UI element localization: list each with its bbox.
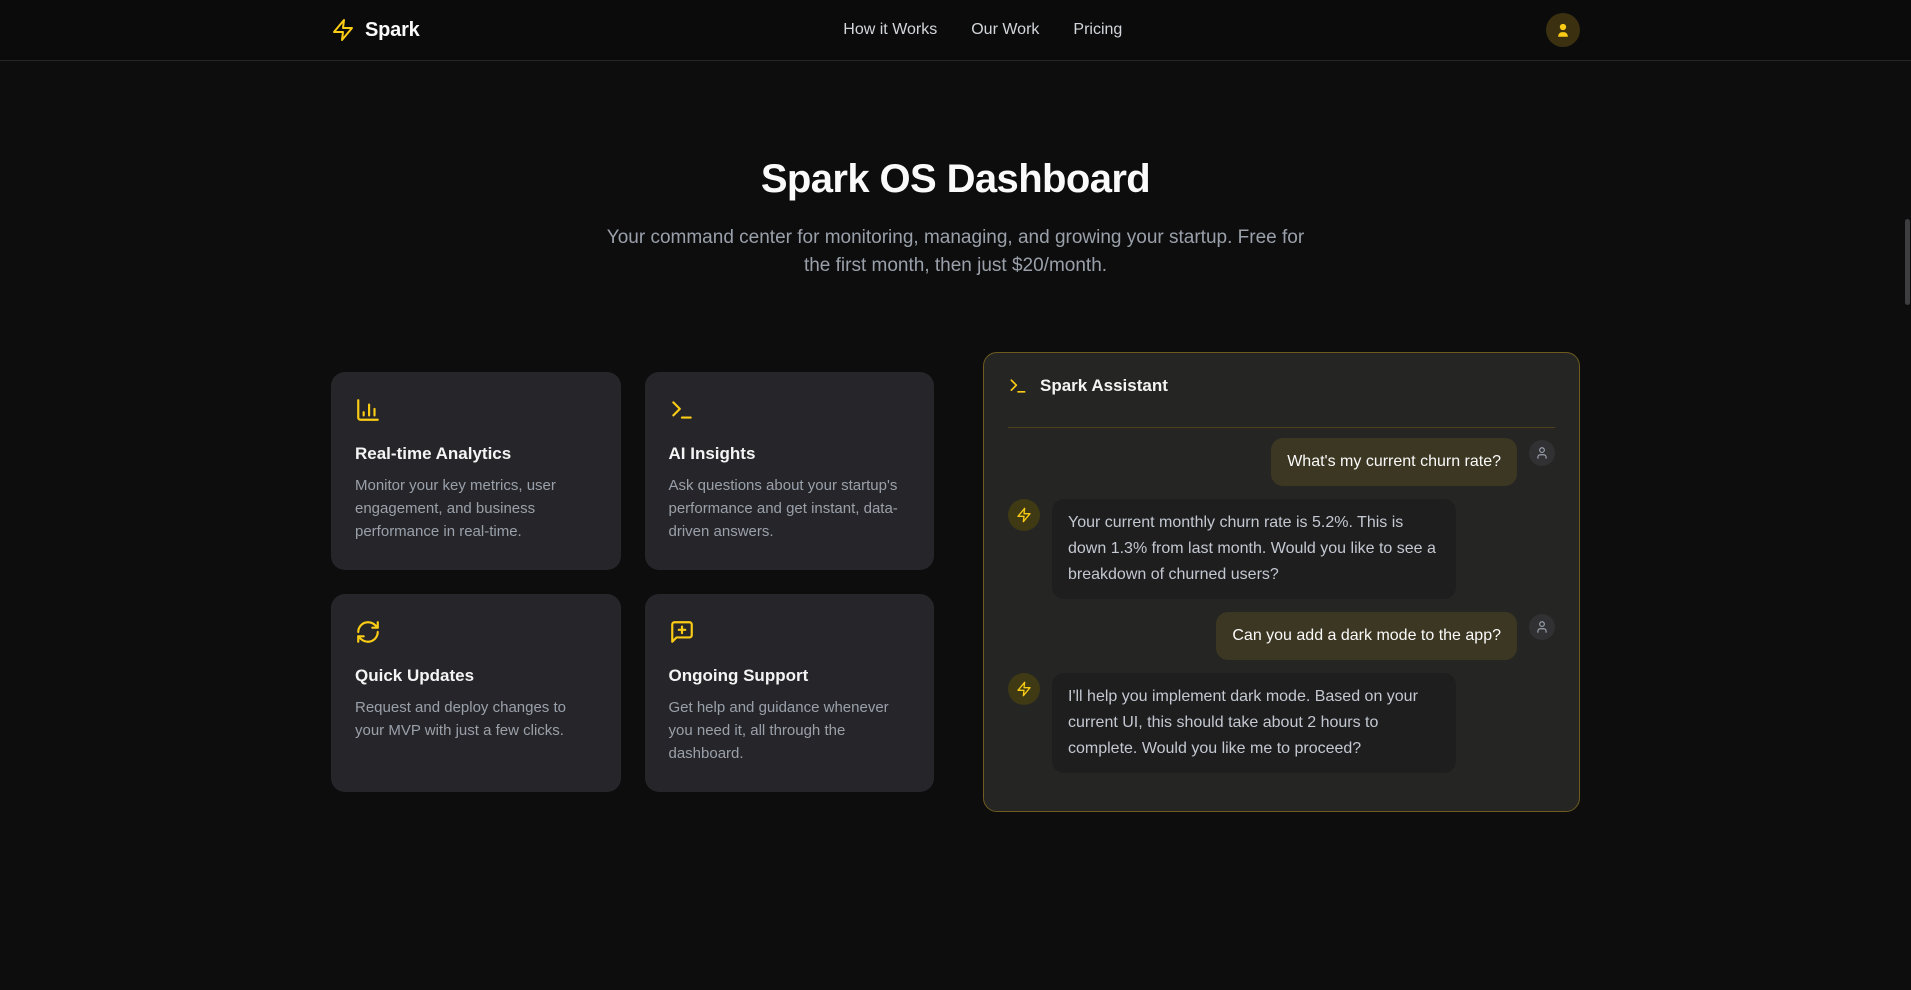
message-square-plus-icon — [669, 619, 911, 645]
nav-links: How it Works Our Work Pricing — [843, 21, 1122, 39]
feature-description: Ask questions about your startup's perfo… — [669, 474, 911, 543]
assistant-avatar — [1008, 499, 1040, 531]
feature-card-realtime-analytics: Real-time Analytics Monitor your key met… — [331, 372, 621, 570]
user-avatar — [1529, 614, 1555, 640]
page-subtitle: Your command center for monitoring, mana… — [600, 224, 1312, 280]
feature-title: AI Insights — [669, 444, 911, 464]
content-row: Real-time Analytics Monitor your key met… — [331, 352, 1580, 812]
terminal-icon — [1008, 376, 1028, 396]
assistant-avatar — [1008, 673, 1040, 705]
chat-messages: What's my current churn rate? Your curre… — [1008, 438, 1555, 773]
chat-message-user: What's my current churn rate? — [1008, 438, 1555, 486]
brand[interactable]: Spark — [331, 18, 420, 42]
terminal-icon — [669, 397, 911, 423]
panel-divider — [1008, 427, 1555, 428]
page-title: Spark OS Dashboard — [331, 157, 1580, 202]
bar-chart-icon — [355, 397, 597, 423]
chat-message-assistant: Your current monthly churn rate is 5.2%.… — [1008, 499, 1555, 599]
assistant-panel-title: Spark Assistant — [1040, 376, 1168, 396]
zap-icon — [1016, 507, 1032, 523]
nav-link-our-work[interactable]: Our Work — [971, 21, 1039, 39]
user-icon — [1554, 21, 1572, 39]
feature-title: Ongoing Support — [669, 666, 911, 686]
spark-logo-zap-icon — [331, 18, 355, 42]
features-grid: Real-time Analytics Monitor your key met… — [331, 372, 934, 792]
chat-message-user: Can you add a dark mode to the app? — [1008, 612, 1555, 660]
spark-assistant-panel: Spark Assistant What's my current churn … — [983, 352, 1580, 812]
feature-description: Monitor your key metrics, user engagemen… — [355, 474, 597, 543]
feature-card-ongoing-support: Ongoing Support Get help and guidance wh… — [645, 594, 935, 792]
navbar: Spark How it Works Our Work Pricing — [0, 0, 1911, 61]
assistant-panel-header: Spark Assistant — [1008, 376, 1555, 396]
user-icon — [1535, 620, 1549, 634]
scrollbar-thumb[interactable] — [1905, 219, 1910, 305]
feature-title: Real-time Analytics — [355, 444, 597, 464]
navbar-inner: Spark How it Works Our Work Pricing — [331, 0, 1580, 60]
user-avatar — [1529, 440, 1555, 466]
assistant-message-bubble: Your current monthly churn rate is 5.2%.… — [1052, 499, 1456, 599]
zap-icon — [1016, 681, 1032, 697]
nav-link-how-it-works[interactable]: How it Works — [843, 21, 937, 39]
feature-card-ai-insights: AI Insights Ask questions about your sta… — [645, 372, 935, 570]
assistant-message-bubble: I'll help you implement dark mode. Based… — [1052, 673, 1456, 773]
brand-name: Spark — [365, 19, 420, 42]
chat-message-assistant: I'll help you implement dark mode. Based… — [1008, 673, 1555, 773]
main-content: Spark OS Dashboard Your command center f… — [331, 61, 1580, 812]
feature-card-quick-updates: Quick Updates Request and deploy changes… — [331, 594, 621, 792]
user-icon — [1535, 446, 1549, 460]
feature-description: Get help and guidance whenever you need … — [669, 696, 911, 765]
account-avatar-button[interactable] — [1546, 13, 1580, 47]
nav-link-pricing[interactable]: Pricing — [1073, 21, 1122, 39]
user-message-bubble: Can you add a dark mode to the app? — [1216, 612, 1517, 660]
user-message-bubble: What's my current churn rate? — [1271, 438, 1517, 486]
refresh-icon — [355, 619, 597, 645]
feature-title: Quick Updates — [355, 666, 597, 686]
feature-description: Request and deploy changes to your MVP w… — [355, 696, 597, 742]
